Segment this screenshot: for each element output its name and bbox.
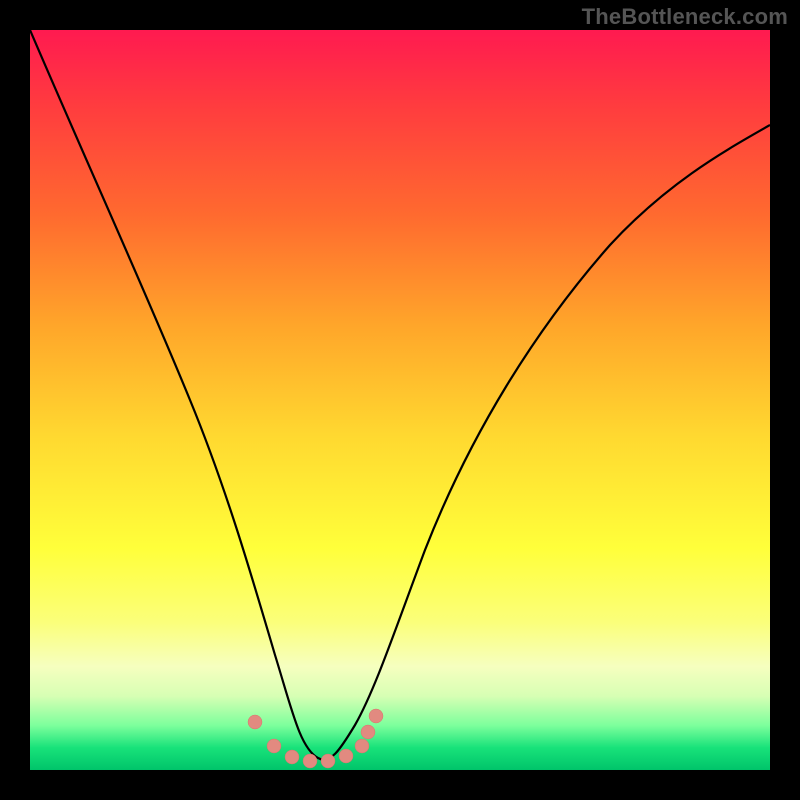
marker-dot xyxy=(369,709,383,723)
marker-dot xyxy=(355,739,369,753)
marker-dot xyxy=(339,749,353,763)
chart-svg xyxy=(30,30,770,770)
marker-dot xyxy=(267,739,281,753)
marker-dot xyxy=(248,715,262,729)
marker-dot xyxy=(361,725,375,739)
marker-dot xyxy=(321,754,335,768)
chart-plot-area xyxy=(30,30,770,770)
marker-dot xyxy=(285,750,299,764)
marker-group xyxy=(248,709,383,768)
watermark-text: TheBottleneck.com xyxy=(582,4,788,30)
chart-frame: TheBottleneck.com xyxy=(0,0,800,800)
bottleneck-curve xyxy=(30,30,770,760)
marker-dot xyxy=(303,754,317,768)
